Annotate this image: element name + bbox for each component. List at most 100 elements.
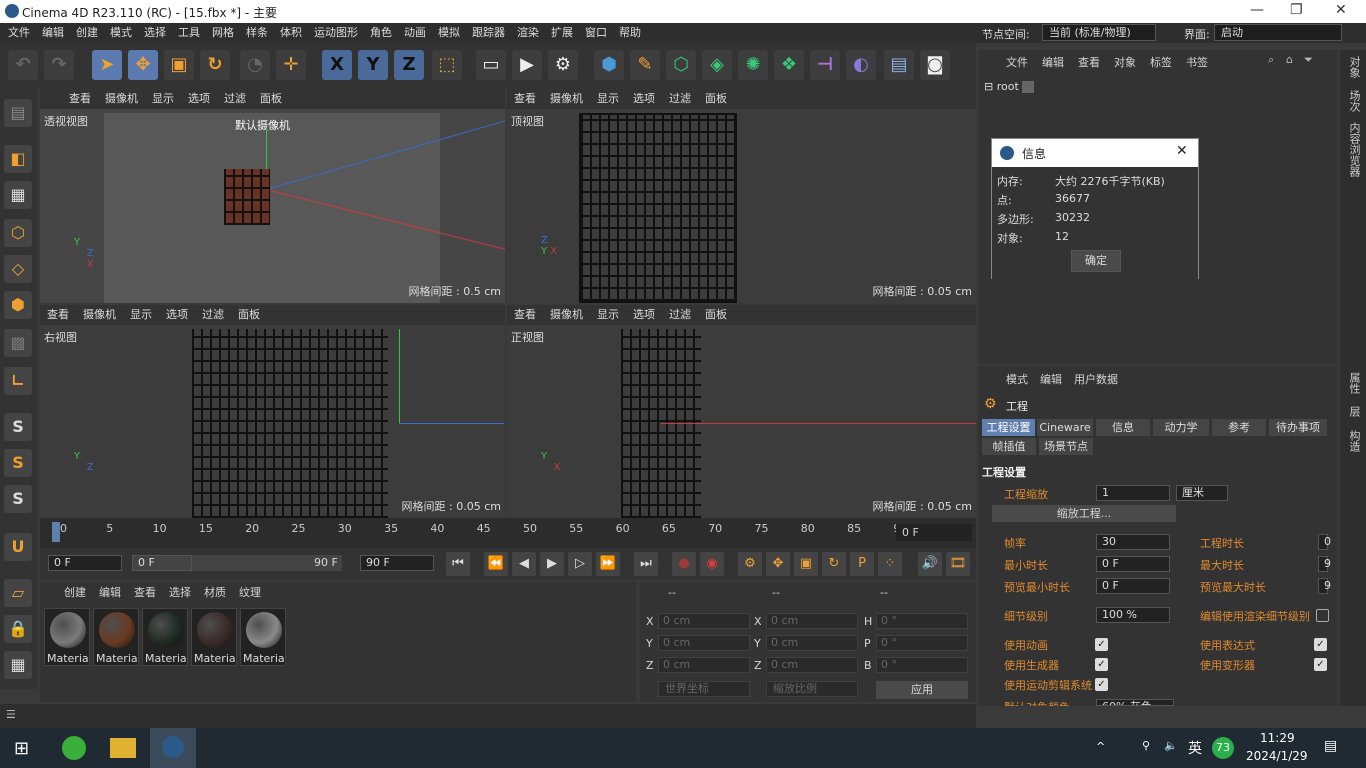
vp3-menu-camera[interactable]: 摄像机: [76, 305, 123, 325]
menu-icon[interactable]: ☰: [6, 708, 16, 721]
object-menu-item[interactable]: 文件: [1006, 56, 1028, 69]
root-node[interactable]: ⊟ root: [984, 78, 1064, 96]
goto-start-icon[interactable]: ⏮: [446, 552, 470, 576]
record-icon[interactable]: ●: [672, 552, 696, 576]
vp4-menu-filter[interactable]: 过滤: [662, 305, 698, 325]
z-axis-icon[interactable]: Z: [394, 50, 424, 80]
uv-mode-icon[interactable]: ▩: [4, 329, 32, 357]
key-rotation-icon[interactable]: ↻: [822, 552, 846, 576]
menu-item[interactable]: 渲染: [511, 23, 545, 43]
points-mode-icon[interactable]: ⬡: [4, 219, 32, 247]
object-home-icon[interactable]: ⌂: [1286, 53, 1293, 66]
use-expressions-checkbox[interactable]: ✓: [1314, 638, 1327, 651]
viewport-front[interactable]: 查看 摄像机 显示 选项 过滤 面板 正视图 Y X 网格间距 : 0.05 cm: [507, 305, 976, 518]
material-menu-item[interactable]: 查看: [134, 586, 156, 599]
material-swatch[interactable]: Materia: [240, 608, 286, 666]
rot-p-field[interactable]: 0 °: [876, 635, 968, 651]
size-x-field[interactable]: 0 cm: [766, 613, 858, 629]
sound-icon[interactable]: 🔊: [918, 552, 942, 576]
render-view-icon[interactable]: ▭: [476, 50, 506, 80]
tab-content-browser[interactable]: 内容浏览器: [1346, 122, 1362, 177]
pos-z-field[interactable]: 0 cm: [658, 657, 750, 673]
use-generators-checkbox[interactable]: ✓: [1095, 658, 1108, 671]
scale-unit-select[interactable]: 厘米: [1176, 485, 1228, 501]
coord-system-icon[interactable]: ⬚: [432, 50, 462, 80]
preview-min-field[interactable]: 0 F: [1096, 578, 1170, 594]
vp4-menu-display[interactable]: 显示: [590, 305, 626, 325]
preview-max-field[interactable]: 9: [1318, 578, 1331, 594]
object-menu-item[interactable]: 编辑: [1042, 56, 1064, 69]
minimize-button[interactable]: —: [1250, 2, 1264, 18]
vp1-menu-display[interactable]: 显示: [145, 89, 181, 109]
grid-icon[interactable]: ▦: [4, 651, 32, 679]
scale-mode-select[interactable]: 缩放比例: [766, 681, 858, 697]
vp4-menu-camera[interactable]: 摄像机: [543, 305, 590, 325]
viewport-perspective[interactable]: 查看 摄像机 显示 选项 过滤 面板 透视视图 默认摄像机 Y Z X 网格间距 : 0.…: [40, 89, 505, 303]
snap-s1-icon[interactable]: S: [4, 413, 32, 441]
workplane-icon[interactable]: ▱: [4, 579, 32, 607]
scale-field[interactable]: 1: [1096, 485, 1170, 501]
menu-item[interactable]: 模拟: [432, 23, 466, 43]
use-motion-checkbox[interactable]: ✓: [1095, 678, 1108, 691]
layout-select[interactable]: 启动: [1214, 24, 1342, 41]
world-coord-select[interactable]: 世界坐标: [658, 681, 750, 697]
prev-key-icon[interactable]: ⏪: [484, 552, 508, 576]
material-menu-item[interactable]: 材质: [204, 586, 226, 599]
explorer-icon[interactable]: [110, 738, 136, 758]
move-tool-icon[interactable]: ✥: [128, 50, 158, 80]
key-scale-icon[interactable]: ▣: [794, 552, 818, 576]
size-z-field[interactable]: 0 cm: [766, 657, 858, 673]
autokey-icon[interactable]: ◉: [700, 552, 724, 576]
object-search-icon[interactable]: ⌕: [1268, 53, 1274, 67]
scale-tool-icon[interactable]: ▣: [164, 50, 194, 80]
render-settings-icon[interactable]: ⚙: [548, 50, 578, 80]
windows-start-icon[interactable]: ⊞: [14, 738, 29, 759]
select-tool-icon[interactable]: ➤: [92, 50, 122, 80]
vp1-menu-panel[interactable]: 面板: [253, 89, 289, 109]
material-menu-item[interactable]: 纹理: [239, 586, 261, 599]
vp2-menu-view[interactable]: 查看: [507, 89, 543, 109]
end-frame-field[interactable]: 90 F: [360, 555, 434, 571]
subdivision-icon[interactable]: ⬡: [666, 50, 696, 80]
menu-item[interactable]: 选择: [138, 23, 172, 43]
menu-item[interactable]: 跟踪器: [466, 23, 511, 43]
vp4-menu-options[interactable]: 选项: [626, 305, 662, 325]
render-lod-checkbox[interactable]: [1316, 609, 1329, 622]
vp1-menu-options[interactable]: 选项: [181, 89, 217, 109]
restore-button[interactable]: ❐: [1290, 2, 1303, 18]
node-space-select[interactable]: 当前 (标准/物理): [1042, 24, 1156, 41]
snap-tool-icon[interactable]: ✛: [276, 50, 306, 80]
y-axis-icon[interactable]: Y: [358, 50, 388, 80]
vp2-menu-filter[interactable]: 过滤: [662, 89, 698, 109]
menu-item[interactable]: 体积: [274, 23, 308, 43]
vp1-menu-filter[interactable]: 过滤: [217, 89, 253, 109]
clock-date[interactable]: 2024/1/29: [1246, 749, 1308, 763]
menu-item[interactable]: 文件: [2, 23, 36, 43]
apply-button[interactable]: 应用: [876, 681, 968, 699]
menu-item[interactable]: 编辑: [36, 23, 70, 43]
attr-menu-item[interactable]: 模式: [1006, 373, 1028, 386]
edges-mode-icon[interactable]: ◇: [4, 255, 32, 283]
undo-button[interactable]: ↶: [8, 50, 38, 80]
object-menu-item[interactable]: 对象: [1114, 56, 1136, 69]
scale-project-button[interactable]: 缩放工程...: [992, 505, 1176, 522]
vp3-menu-display[interactable]: 显示: [123, 305, 159, 325]
duration-field[interactable]: 0: [1318, 534, 1331, 550]
timeline-ruler[interactable]: 051015202530354045505560657075808590 0 F: [40, 518, 976, 548]
play-icon[interactable]: ▶: [540, 552, 564, 576]
vp2-menu-camera[interactable]: 摄像机: [543, 89, 590, 109]
vp1-menu-view[interactable]: 查看: [62, 89, 98, 109]
playhead[interactable]: [52, 522, 60, 542]
cube-icon[interactable]: ⬢: [594, 50, 624, 80]
range-start-field[interactable]: 0 F: [132, 555, 192, 571]
menu-item[interactable]: 角色: [364, 23, 398, 43]
fps-field[interactable]: 30: [1096, 534, 1170, 550]
ime-indicator[interactable]: 英: [1188, 738, 1202, 758]
material-swatch[interactable]: Materia: [191, 608, 237, 666]
render-icon[interactable]: ▶: [512, 50, 542, 80]
floor-icon[interactable]: ▤: [884, 50, 914, 80]
cinema4d-taskbar-icon[interactable]: [150, 728, 196, 768]
action-center-icon[interactable]: ▤: [1324, 738, 1337, 754]
attr-tab[interactable]: 信息: [1096, 419, 1150, 436]
network-icon[interactable]: ⚲: [1142, 739, 1150, 752]
